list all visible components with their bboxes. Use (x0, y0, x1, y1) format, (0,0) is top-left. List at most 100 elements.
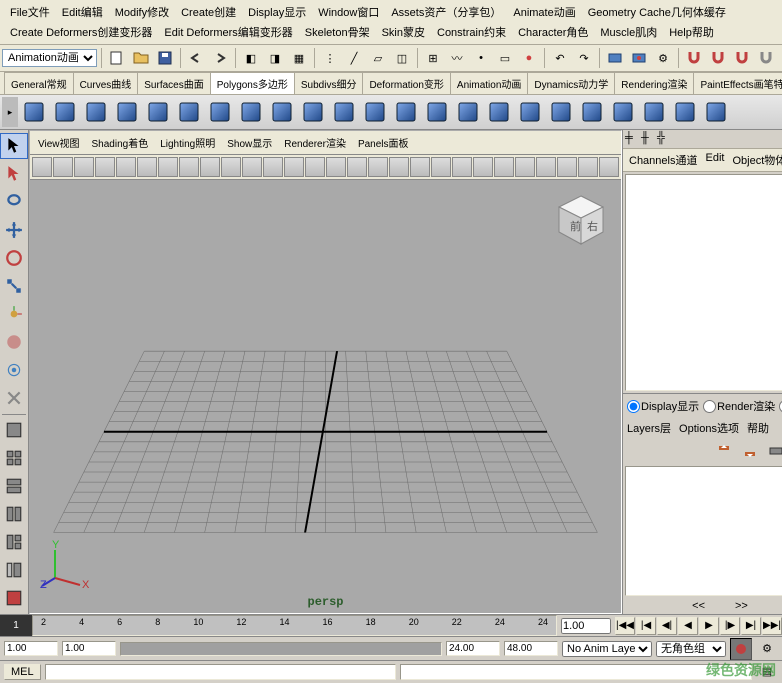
move-tool-icon[interactable] (0, 217, 28, 243)
soft-mod-tool-icon[interactable] (0, 329, 28, 355)
menu-2[interactable]: Modify修改 (109, 2, 175, 22)
shelf-torus-icon[interactable] (174, 97, 204, 127)
panel-tool-13-icon[interactable] (305, 157, 325, 177)
panel-tool-18-icon[interactable] (410, 157, 430, 177)
go-to-start-icon[interactable]: |◀◀ (615, 617, 635, 635)
panel-tool-0-icon[interactable] (32, 157, 52, 177)
panel-tool-12-icon[interactable] (284, 157, 304, 177)
panel-tool-7-icon[interactable] (179, 157, 199, 177)
panel-tool-25-icon[interactable] (557, 157, 577, 177)
single-pane-icon[interactable] (0, 417, 28, 443)
rotate-tool-icon[interactable] (0, 245, 28, 271)
menu-16[interactable]: Help帮助 (663, 22, 720, 42)
menu-10[interactable]: Edit Deformers编辑变形器 (158, 22, 298, 42)
auto-key-icon[interactable] (730, 638, 752, 660)
panel-menu-3[interactable]: Show显示 (221, 133, 278, 152)
time-slider[interactable]: 1 2468101214161820222424 |◀◀ |◀ ◀| ◀ ▶ |… (0, 614, 782, 636)
panel-tool-19-icon[interactable] (431, 157, 451, 177)
panel-tool-5-icon[interactable] (137, 157, 157, 177)
shelf-plane-icon[interactable] (143, 97, 173, 127)
menu-6[interactable]: Assets资产（分享包） (385, 2, 507, 22)
panel-tool-17-icon[interactable] (389, 157, 409, 177)
menu-5[interactable]: Window窗口 (312, 2, 385, 22)
new-scene-icon[interactable] (106, 47, 128, 69)
shelf-quad-icon[interactable] (670, 97, 700, 127)
manip-tool-icon[interactable] (0, 301, 28, 327)
shelf-cube-icon[interactable] (50, 97, 80, 127)
panel-tool-26-icon[interactable] (578, 157, 598, 177)
menu-4[interactable]: Display显示 (242, 2, 312, 22)
layer-radio-0[interactable]: Display显示 (627, 398, 699, 414)
four-pane-icon[interactable] (0, 445, 28, 471)
mode-selector[interactable]: Animation动画 (2, 49, 97, 67)
menu-9[interactable]: Create Deformers创建变形器 (4, 22, 158, 42)
panel-tool-20-icon[interactable] (452, 157, 472, 177)
show-manip-tool-icon[interactable] (0, 357, 28, 383)
shelf-tab-0[interactable]: General常规 (4, 72, 74, 94)
menu-1[interactable]: Edit编辑 (56, 2, 109, 22)
panel-tool-1-icon[interactable] (53, 157, 73, 177)
range-bar[interactable] (120, 642, 442, 656)
last-tool-icon[interactable] (0, 385, 28, 411)
panel-tool-9-icon[interactable] (221, 157, 241, 177)
shelf-sculpt-icon[interactable] (577, 97, 607, 127)
panel-tool-24-icon[interactable] (536, 157, 556, 177)
viewport[interactable]: 前 右 Y X Z persp (30, 180, 621, 613)
history-icon[interactable]: ↶ (549, 47, 571, 69)
range-end-field[interactable] (446, 641, 500, 656)
menu-8[interactable]: Geometry Cache几何体缓存 (582, 2, 732, 22)
render-globals-icon[interactable]: ⚙ (652, 47, 674, 69)
cb-icon-3[interactable]: ╬ (657, 132, 671, 146)
select-hierarchy-icon[interactable]: ◧ (240, 47, 262, 69)
panel-menu-4[interactable]: Renderer渲染 (278, 133, 352, 152)
character-set-select[interactable]: 无角色组 (656, 641, 726, 657)
menu-0[interactable]: File文件 (4, 2, 56, 22)
select-face-icon[interactable]: ▱ (367, 47, 389, 69)
panel-tool-21-icon[interactable] (473, 157, 493, 177)
select-object-icon[interactable]: ◨ (264, 47, 286, 69)
menu-13[interactable]: Constrain约束 (431, 22, 512, 42)
shelf-helix-icon[interactable] (298, 97, 328, 127)
panel-tool-6-icon[interactable] (158, 157, 178, 177)
step-back-icon[interactable]: ◀| (657, 617, 677, 635)
shelf-booleans-icon[interactable] (422, 97, 452, 127)
undo-icon[interactable] (185, 47, 207, 69)
two-pane-h-icon[interactable] (0, 473, 28, 499)
panel-tool-2-icon[interactable] (74, 157, 94, 177)
panel-tool-3-icon[interactable] (95, 157, 115, 177)
snap-live-icon[interactable]: ● (518, 47, 540, 69)
construction-history-icon[interactable]: ↷ (573, 47, 595, 69)
new-empty-layer-icon[interactable] (765, 440, 782, 462)
snap-plane-icon[interactable]: ▭ (494, 47, 516, 69)
two-pane-v-icon[interactable] (0, 501, 28, 527)
panel-menu-0[interactable]: View视图 (32, 133, 86, 152)
select-vertex-icon[interactable]: ⋮ (319, 47, 341, 69)
go-to-end-icon[interactable]: ▶▶| (762, 617, 782, 635)
cb-menu-0[interactable]: Channels通道 (625, 151, 701, 169)
range-start-field[interactable] (62, 641, 116, 656)
cb-icon-2[interactable]: ╫ (641, 132, 655, 146)
panel-tool-27-icon[interactable] (599, 157, 619, 177)
shelf-triangulate-icon[interactable] (639, 97, 669, 127)
shelf-pipe-icon[interactable] (267, 97, 297, 127)
menu-11[interactable]: Skeleton骨架 (299, 22, 376, 42)
prefs-icon[interactable]: ⚙ (756, 638, 778, 660)
magnet-scale-icon[interactable] (731, 47, 753, 69)
layer-list[interactable] (625, 466, 782, 596)
script-editor-icon[interactable] (0, 585, 28, 611)
panel-menu-2[interactable]: Lighting照明 (154, 133, 221, 152)
select-tool-icon[interactable] (0, 133, 28, 159)
shelf-tab-9[interactable]: PaintEffects画笔特效 (693, 72, 782, 94)
step-forward-icon[interactable]: |▶ (720, 617, 740, 635)
snap-curve-icon[interactable]: 〰 (446, 47, 468, 69)
anim-start-field[interactable] (4, 641, 58, 656)
layers-menu-2[interactable]: 帮助 (747, 420, 769, 436)
layer-scroll-left[interactable]: << (692, 600, 705, 612)
shelf-tab-5[interactable]: Deformation变形 (362, 72, 450, 94)
shelf-soccer-icon[interactable] (329, 97, 359, 127)
shelf-tab-7[interactable]: Dynamics动力学 (527, 72, 615, 94)
save-scene-icon[interactable] (154, 47, 176, 69)
magnet-off-icon[interactable] (755, 47, 777, 69)
anim-layer-select[interactable]: No Anim Layer (562, 641, 652, 657)
redo-icon[interactable] (209, 47, 231, 69)
